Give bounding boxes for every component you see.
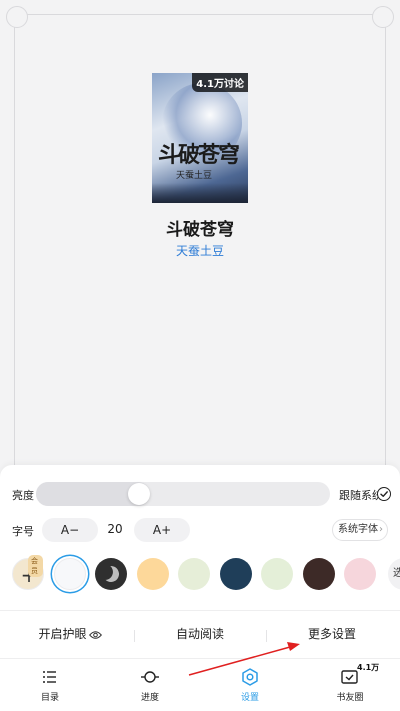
brightness-label: 亮度 [12,489,34,502]
cover-shade [152,183,248,203]
font-face-button[interactable]: 系统字体 › [332,519,388,541]
brightness-slider-knob[interactable] [128,483,150,505]
action-separator [134,630,135,642]
more-settings-button[interactable]: 更多设置 [292,625,372,642]
book-cover[interactable]: 斗破苍穹 天蚕土豆 4.1万讨论 [152,73,248,203]
nav-catalog[interactable]: 目录 [0,666,100,706]
cover-title: 斗破苍穹 [158,142,240,168]
theme-yellow[interactable] [137,558,169,590]
theme-pink[interactable] [344,558,376,590]
cover-author: 天蚕土豆 [176,171,213,181]
font-face-label: 系统字体 [338,524,378,535]
brightness-row: 亮度 跟随系统 [0,480,400,508]
decrease-font-button[interactable]: A− [42,518,98,542]
settings-gear-icon [242,668,258,686]
divider [0,658,400,659]
bottom-nav: 目录 进度 设置 4.1万 书友圈 [0,663,400,711]
nav-settings[interactable]: 设置 [200,666,300,706]
reading-settings-panel: 亮度 跟随系统 字号 A− 20 A+ 系统字体 › + 会员 [0,465,400,711]
increase-font-button[interactable]: A+ [134,518,190,542]
action-row: 开启护眼 自动阅读 更多设置 [0,625,400,645]
add-theme-button[interactable]: + 会员 [12,555,44,590]
circle-badge: 4.1万 [357,663,380,672]
theme-pale-green[interactable] [178,558,210,590]
divider [0,610,400,611]
action-separator [266,630,267,642]
brightness-slider[interactable] [36,482,330,506]
nav-settings-label: 设置 [240,693,259,703]
chevron-right-icon: › [379,524,383,535]
font-size-label: 字号 [12,525,34,538]
more-themes-button[interactable]: 选 [388,558,400,590]
theme-row: + 会员 选 [0,555,400,592]
nav-progress-label: 进度 [140,693,159,703]
eye-icon [88,631,102,639]
auto-read-button[interactable]: 自动阅读 [160,625,240,642]
nav-circle-label: 书友圈 [336,693,364,703]
vip-tag: 会员 [28,555,43,577]
theme-brown[interactable] [303,558,335,590]
font-size-value: 20 [107,522,123,536]
theme-navy[interactable] [220,558,252,590]
discussion-badge: 4.1万讨论 [192,73,248,92]
nav-catalog-label: 目录 [40,693,59,703]
eye-care-button[interactable]: 开启护眼 [30,625,110,642]
follow-system-check-icon[interactable] [377,487,391,501]
nav-circle[interactable]: 4.1万 书友圈 [300,663,400,706]
book-title: 斗破苍穹 [166,220,234,240]
reader-page: 斗破苍穹 天蚕土豆 4.1万讨论 斗破苍穹 天蚕土豆 [0,0,400,484]
moon-icon [101,564,122,585]
list-icon [43,671,56,683]
font-size-row: 字号 A− 20 A+ 系统字体 › [0,517,400,543]
nav-progress[interactable]: 进度 [100,666,200,706]
progress-icon [141,671,159,683]
book-author-link[interactable]: 天蚕土豆 [0,242,400,259]
theme-green[interactable] [261,558,293,590]
eye-care-label: 开启护眼 [38,627,87,641]
theme-night[interactable] [95,558,127,590]
theme-white[interactable] [54,558,86,590]
